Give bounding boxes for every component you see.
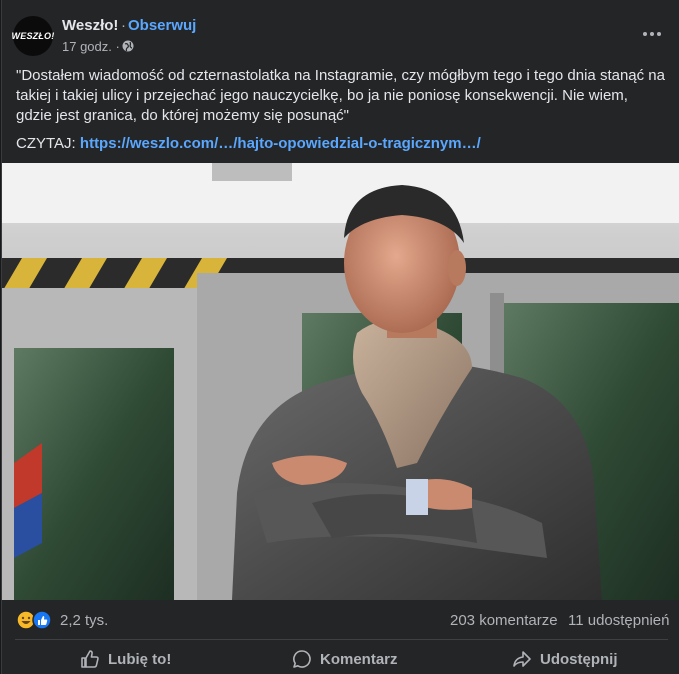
comment-label: Komentarz	[320, 650, 398, 668]
share-count[interactable]: 11 udostępnień	[568, 612, 669, 629]
like-button[interactable]: Lubię to!	[80, 645, 171, 673]
reaction-icons[interactable]	[16, 610, 56, 630]
like-label: Lubię to!	[108, 650, 172, 668]
page-name[interactable]: Weszło!	[62, 17, 118, 34]
post-card: WESZŁO! Weszło! · Obserwuj 17 godz. · "D…	[1, 0, 679, 674]
link-prefix: CZYTAJ:	[16, 135, 76, 152]
name-separator: ·	[121, 17, 126, 34]
more-options-icon[interactable]	[638, 24, 666, 44]
post-header: WESZŁO! Weszło! · Obserwuj 17 godz. ·	[2, 0, 679, 60]
thumbs-up-icon	[81, 650, 99, 668]
actions-divider	[15, 639, 668, 640]
share-arrow-icon	[513, 651, 531, 667]
comment-count[interactable]: 203 komentarze	[450, 612, 558, 629]
comment-bubble-icon	[293, 650, 311, 668]
article-link[interactable]: https://weszlo.com/…/hajto-opowiedzial-o…	[80, 135, 481, 152]
share-button[interactable]: Udostępnij	[512, 645, 618, 673]
page-avatar[interactable]: WESZŁO!	[11, 16, 55, 56]
share-label: Udostępnij	[540, 650, 618, 668]
post-text: "Dostałem wiadomość od czternastolatka n…	[16, 67, 665, 124]
post-link-line: CZYTAJ: https://weszlo.com/…/hajto-opowi…	[16, 134, 481, 154]
avatar-logo-text: WESZŁO!	[11, 31, 55, 41]
post-photo[interactable]	[2, 163, 679, 600]
follow-button[interactable]: Obserwuj	[128, 17, 196, 34]
post-time[interactable]: 17 godz. ·	[62, 39, 120, 54]
globe-icon	[122, 40, 134, 52]
comment-button[interactable]: Komentarz	[292, 645, 398, 673]
reaction-count[interactable]: 2,2 tys.	[60, 612, 108, 629]
